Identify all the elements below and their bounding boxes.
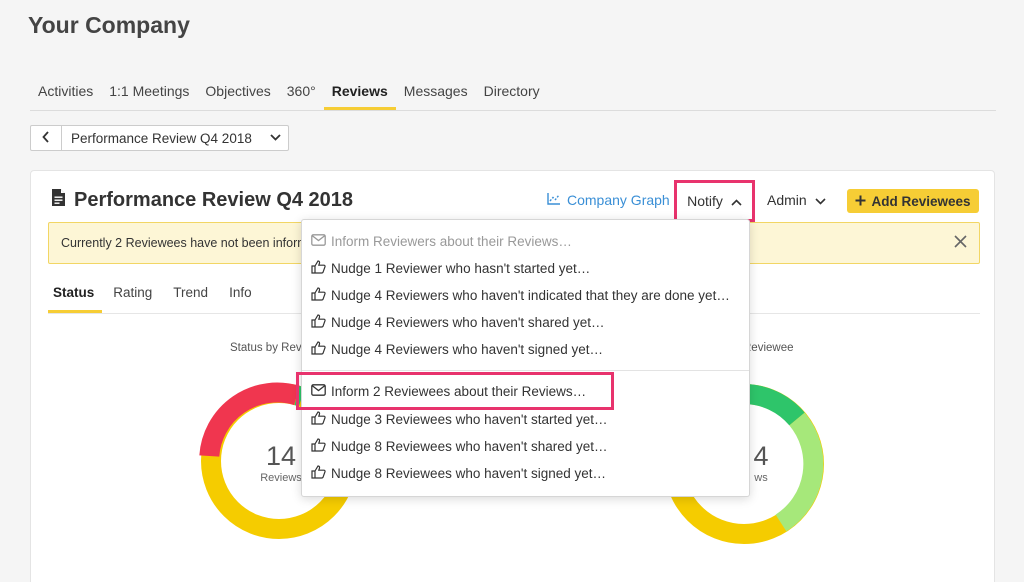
review-selector-value: Performance Review Q4 2018 bbox=[71, 130, 252, 146]
chevron-down-icon bbox=[262, 132, 288, 144]
top-nav: Activities 1:1 Meetings Objectives 360° … bbox=[30, 80, 996, 111]
tab-rating[interactable]: Rating bbox=[108, 275, 162, 313]
right-chart-caption: Reviewee bbox=[743, 342, 794, 354]
menu-item-label: Nudge 4 Reviewers who haven't indicated … bbox=[331, 287, 730, 303]
review-title-text: Performance Review Q4 2018 bbox=[74, 189, 354, 211]
menu-item-inform-reviewees[interactable]: Inform 2 Reviewees about their Reviews… bbox=[311, 380, 586, 402]
menu-item-label: Nudge 1 Reviewer who hasn't started yet… bbox=[331, 260, 591, 276]
menu-item-nudge-reviewer-not-started[interactable]: Nudge 1 Reviewer who hasn't started yet… bbox=[311, 257, 590, 279]
close-icon[interactable] bbox=[954, 232, 967, 253]
thumbs-up-icon bbox=[311, 410, 326, 428]
thumbs-up-icon bbox=[311, 313, 326, 331]
thumbs-up-icon bbox=[311, 437, 326, 455]
add-reviewees-button[interactable]: Add Reviewees bbox=[847, 189, 979, 213]
menu-item-nudge-reviewees-not-started[interactable]: Nudge 3 Reviewees who haven't started ye… bbox=[311, 408, 607, 430]
review-card-title: Performance Review Q4 2018 bbox=[51, 188, 353, 213]
menu-item-inform-reviewers[interactable]: Inform Reviewers about their Reviews… bbox=[311, 230, 572, 252]
admin-label: Admin bbox=[767, 192, 807, 208]
donut-segment-green bbox=[743, 384, 805, 426]
left-chart-caption: Status by Rev bbox=[230, 342, 302, 354]
menu-item-nudge-reviewers-not-signed[interactable]: Nudge 4 Reviewers who haven't signed yet… bbox=[311, 338, 603, 360]
graph-icon bbox=[547, 192, 561, 208]
notify-dropdown-menu: Inform Reviewers about their Reviews… Nu… bbox=[296, 219, 750, 497]
chevron-down-icon bbox=[815, 192, 826, 208]
menu-item-label: Nudge 3 Reviewees who haven't started ye… bbox=[331, 411, 608, 427]
menu-item-label: Inform Reviewers about their Reviews… bbox=[331, 233, 572, 249]
tab-directory[interactable]: Directory bbox=[476, 80, 548, 110]
tab-360[interactable]: 360° bbox=[279, 80, 324, 110]
admin-button[interactable]: Admin bbox=[767, 192, 826, 208]
company-graph-label: Company Graph bbox=[567, 192, 670, 208]
menu-item-label: Inform 2 Reviewees about their Reviews… bbox=[331, 383, 587, 399]
menu-item-label: Nudge 8 Reviewees who haven't shared yet… bbox=[331, 438, 608, 454]
back-button[interactable] bbox=[31, 126, 62, 150]
menu-item-label: Nudge 4 Reviewers who haven't signed yet… bbox=[331, 341, 603, 357]
notify-label: Notify bbox=[687, 193, 723, 209]
chevron-up-icon bbox=[731, 193, 742, 209]
menu-item-nudge-reviewers-not-done[interactable]: Nudge 4 Reviewers who haven't indicated … bbox=[311, 284, 730, 306]
menu-item-nudge-reviewees-not-signed[interactable]: Nudge 8 Reviewees who haven't signed yet… bbox=[311, 462, 606, 484]
menu-item-label: Nudge 8 Reviewees who haven't signed yet… bbox=[331, 465, 606, 481]
tab-info[interactable]: Info bbox=[224, 275, 262, 313]
banner-text: Currently 2 Reviewees have not been info… bbox=[61, 236, 315, 250]
chevron-left-icon bbox=[42, 130, 50, 146]
tab-status[interactable]: Status bbox=[48, 275, 103, 313]
thumbs-up-icon bbox=[311, 464, 326, 482]
thumbs-up-icon bbox=[311, 340, 326, 358]
review-selector[interactable]: Performance Review Q4 2018 bbox=[30, 125, 289, 151]
menu-item-nudge-reviewers-not-shared[interactable]: Nudge 4 Reviewers who haven't shared yet… bbox=[311, 311, 604, 333]
menu-divider bbox=[302, 370, 749, 371]
add-reviewees-label: Add Reviewees bbox=[871, 193, 971, 209]
tab-activities[interactable]: Activities bbox=[30, 80, 101, 110]
document-icon bbox=[51, 188, 66, 213]
mail-icon bbox=[311, 383, 326, 399]
thumbs-up-icon bbox=[311, 286, 326, 304]
notify-button[interactable]: Notify bbox=[674, 180, 755, 222]
thumbs-up-icon bbox=[311, 259, 326, 277]
menu-item-label: Nudge 4 Reviewers who haven't shared yet… bbox=[331, 314, 605, 330]
menu-item-nudge-reviewees-not-shared[interactable]: Nudge 8 Reviewees who haven't shared yet… bbox=[311, 435, 608, 457]
company-graph-link[interactable]: Company Graph bbox=[547, 192, 670, 208]
tab-objectives[interactable]: Objectives bbox=[197, 80, 278, 110]
tab-reviews[interactable]: Reviews bbox=[323, 80, 396, 110]
tab-1-1-meetings[interactable]: 1:1 Meetings bbox=[101, 80, 197, 110]
tab-messages[interactable]: Messages bbox=[396, 80, 476, 110]
plus-icon bbox=[855, 194, 866, 209]
company-title: Your Company bbox=[28, 12, 190, 38]
tab-trend[interactable]: Trend bbox=[168, 275, 218, 313]
mail-icon bbox=[311, 233, 326, 249]
